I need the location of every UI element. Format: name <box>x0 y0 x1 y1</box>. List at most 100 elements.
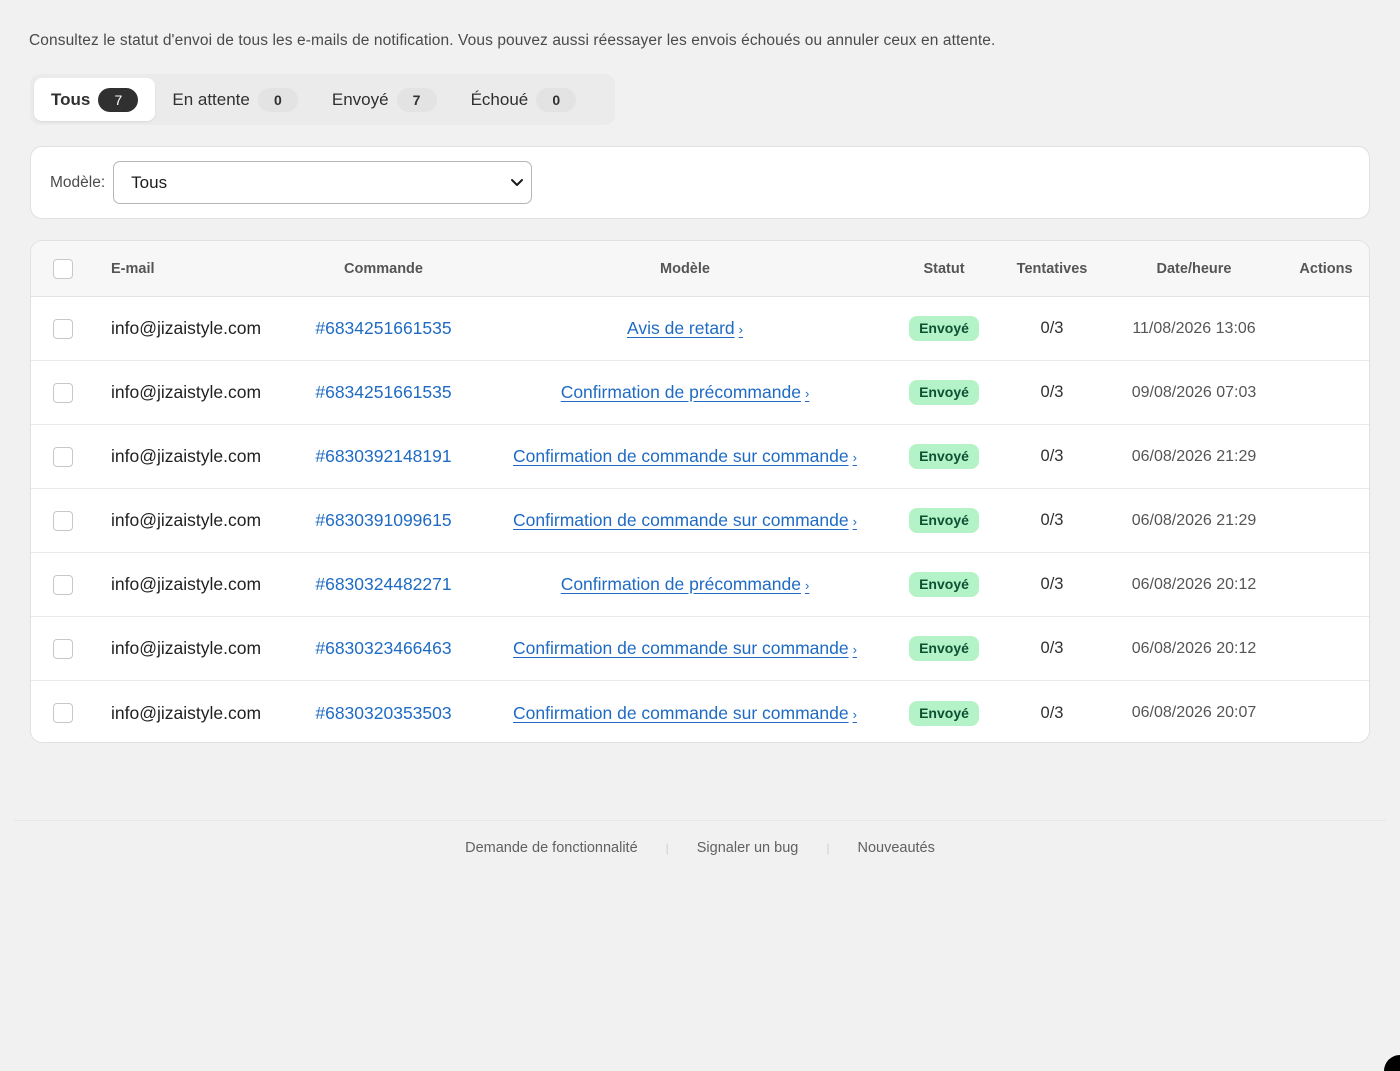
column-header-model: Modèle <box>660 260 710 277</box>
row-actions <box>1286 617 1366 680</box>
status-badge: Envoyé <box>909 444 979 469</box>
chevron-right-icon: › <box>804 386 810 401</box>
template-link-label: Avis de retard <box>627 318 735 338</box>
column-header-actions: Actions <box>1299 260 1353 277</box>
tab-failed[interactable]: Échoué 0 <box>454 78 594 121</box>
template-link[interactable]: Confirmation de commande sur commande › <box>513 446 857 467</box>
attempts-count: 0/3 <box>1040 639 1064 657</box>
template-link[interactable]: Confirmation de précommande › <box>561 574 810 595</box>
status-badge: Envoyé <box>909 508 979 533</box>
email-address: info@jizaistyle.com <box>111 510 262 530</box>
footer-separator: | <box>665 841 669 855</box>
tab-label: Tous <box>51 89 91 109</box>
template-link-label: Confirmation de précommande <box>560 382 801 402</box>
table-row: info@jizaistyle.com #6834251661535 Confi… <box>31 361 1369 425</box>
template-select[interactable]: Tous <box>113 161 533 204</box>
report-bug-link[interactable]: Signaler un bug <box>697 840 799 856</box>
attempts-count: 0/3 <box>1040 703 1064 722</box>
table-row: info@jizaistyle.com #6830324482271 Confi… <box>31 553 1369 617</box>
template-link-label: Confirmation de commande sur commande <box>513 510 849 530</box>
template-select-value: Tous <box>131 172 168 192</box>
row-actions <box>1286 553 1366 616</box>
select-all-checkbox[interactable] <box>53 258 73 279</box>
order-link[interactable]: #6830320353503 <box>315 703 451 724</box>
attempts-count: 0/3 <box>1040 575 1064 593</box>
tab-count-badge: 7 <box>98 87 139 112</box>
notifications-table: E-mail Commande Modèle Statut Tentatives… <box>30 240 1370 743</box>
order-link[interactable]: #6834251661535 <box>315 318 451 339</box>
column-header-status: Statut <box>923 260 965 277</box>
feature-request-link[interactable]: Demande de fonctionnalité <box>465 840 638 856</box>
row-checkbox[interactable] <box>53 574 73 595</box>
email-address: info@jizaistyle.com <box>111 702 262 723</box>
chevron-right-icon: › <box>852 450 857 465</box>
tab-all[interactable]: Tous 7 <box>34 78 156 121</box>
row-checkbox[interactable] <box>53 638 73 659</box>
column-header-email: E-mail <box>111 260 155 277</box>
chevron-right-icon: › <box>852 514 857 529</box>
order-link[interactable]: #6830323466463 <box>315 638 451 659</box>
row-checkbox[interactable] <box>53 510 73 531</box>
order-link[interactable]: #6830391099615 <box>315 510 451 531</box>
status-badge: Envoyé <box>909 380 979 405</box>
table-row: info@jizaistyle.com #6830391099615 Confi… <box>31 489 1369 553</box>
row-checkbox[interactable] <box>53 703 73 723</box>
order-link[interactable]: #6834251661535 <box>315 382 451 403</box>
chevron-right-icon: › <box>738 322 743 337</box>
template-link-label: Confirmation de commande sur commande <box>513 446 849 466</box>
row-checkbox[interactable] <box>53 446 73 467</box>
chevron-right-icon: › <box>804 578 810 593</box>
sent-datetime: 06/08/2026 20:07 <box>1131 704 1257 721</box>
sent-datetime: 09/08/2026 07:03 <box>1131 383 1257 401</box>
tab-count-badge: 0 <box>536 87 577 112</box>
template-link[interactable]: Confirmation de commande sur commande › <box>513 638 857 659</box>
status-badge: Envoyé <box>909 700 979 726</box>
status-badge: Envoyé <box>909 572 979 597</box>
tab-count-badge: 0 <box>257 87 298 112</box>
email-address: info@jizaistyle.com <box>111 638 262 658</box>
table-row: info@jizaistyle.com #6830323466463 Confi… <box>31 617 1369 681</box>
template-link[interactable]: Confirmation de précommande › <box>561 382 810 403</box>
template-link-label: Confirmation de commande sur commande <box>513 638 849 658</box>
window-corner <box>1384 1055 1400 1071</box>
footer-links: Demande de fonctionnalité | Signaler un … <box>0 840 1400 856</box>
row-checkbox[interactable] <box>53 318 73 339</box>
status-badge: Envoyé <box>909 316 979 341</box>
order-link[interactable]: #6830392148191 <box>315 446 451 467</box>
row-actions <box>1286 681 1366 742</box>
column-header-tries: Tentatives <box>1016 260 1088 277</box>
order-link[interactable]: #6830324482271 <box>315 574 451 595</box>
chevron-down-icon <box>511 179 524 186</box>
sent-datetime: 06/08/2026 21:29 <box>1131 447 1257 465</box>
attempts-count: 0/3 <box>1040 511 1064 529</box>
row-actions <box>1286 361 1366 424</box>
table-header: E-mail Commande Modèle Statut Tentatives… <box>31 241 1369 297</box>
email-address: info@jizaistyle.com <box>111 318 262 338</box>
whats-new-link[interactable]: Nouveautés <box>857 840 934 856</box>
tab-label: Envoyé <box>331 89 389 109</box>
sent-datetime: 06/08/2026 21:29 <box>1131 511 1257 529</box>
sent-datetime: 06/08/2026 20:12 <box>1131 575 1257 593</box>
row-actions <box>1286 425 1366 488</box>
template-link[interactable]: Confirmation de commande sur commande › <box>513 703 857 724</box>
status-tabs: Tous 7 En attente 0 Envoyé 7 Échoué 0 <box>30 74 615 125</box>
column-header-date: Date/heure <box>1156 260 1232 277</box>
row-checkbox[interactable] <box>53 382 73 403</box>
tab-count-badge: 7 <box>396 87 437 112</box>
email-address: info@jizaistyle.com <box>111 574 262 594</box>
tab-sent[interactable]: Envoyé 7 <box>315 78 454 121</box>
status-badge: Envoyé <box>909 636 979 661</box>
attempts-count: 0/3 <box>1040 447 1064 465</box>
template-link-label: Confirmation de commande sur commande <box>513 702 849 723</box>
tab-pending[interactable]: En attente 0 <box>155 78 315 121</box>
table-row: info@jizaistyle.com #6834251661535 Avis … <box>31 297 1369 361</box>
template-link[interactable]: Avis de retard › <box>627 318 743 339</box>
row-actions <box>1286 489 1366 552</box>
template-link[interactable]: Confirmation de commande sur commande › <box>513 510 857 531</box>
footer-separator: | <box>826 841 830 855</box>
chevron-right-icon: › <box>852 642 857 657</box>
email-address: info@jizaistyle.com <box>111 382 262 402</box>
column-header-order: Commande <box>344 260 423 277</box>
template-filter-label: Modèle: <box>50 173 106 191</box>
attempts-count: 0/3 <box>1040 383 1064 401</box>
